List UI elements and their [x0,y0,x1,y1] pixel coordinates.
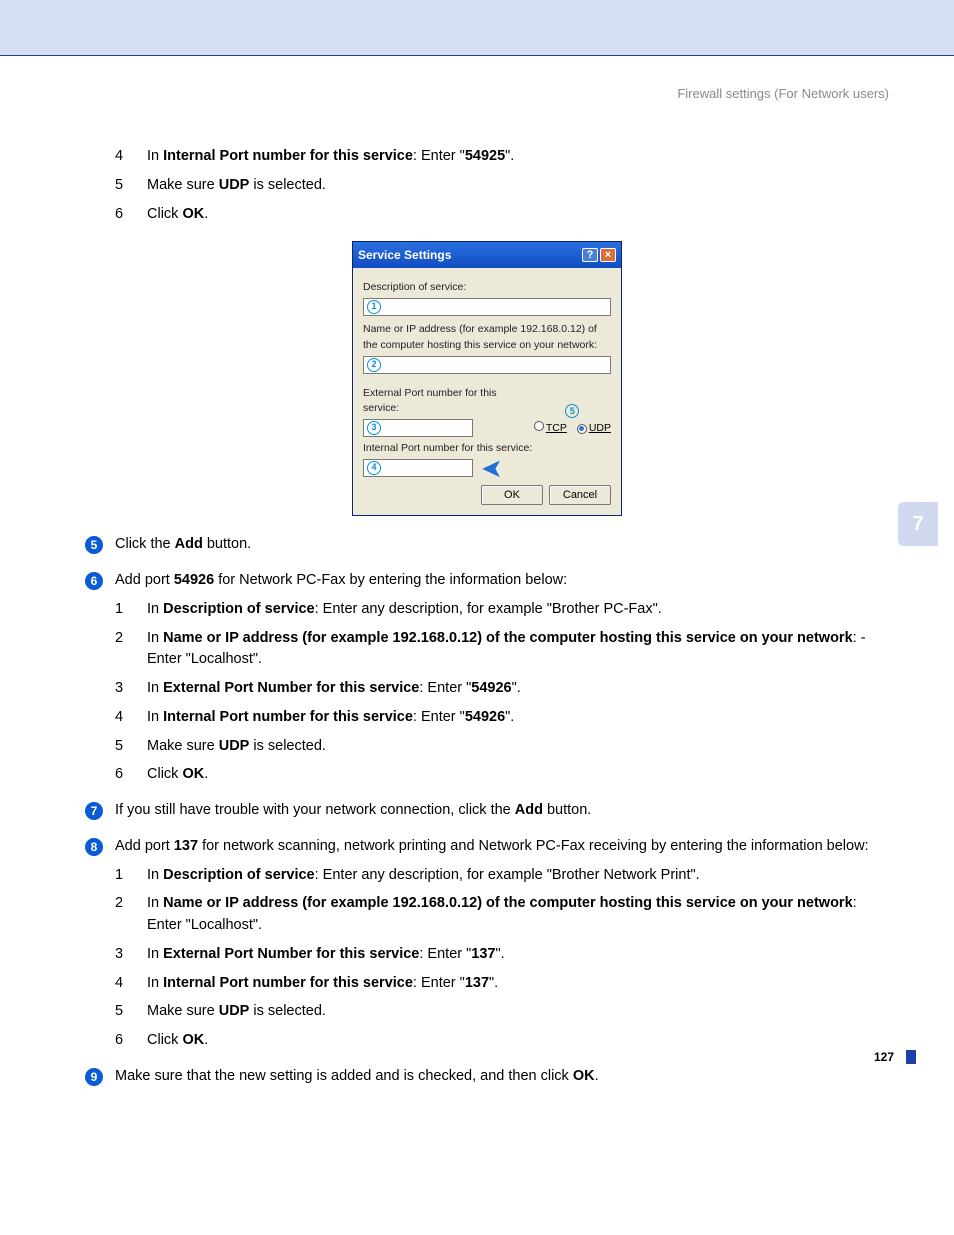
label-ext-port: External Port number for this service: [363,386,526,418]
input-description[interactable]: 1 [363,298,611,316]
page-header: Firewall settings (For Network users) [0,56,954,101]
sub-step: 4In Internal Port number for this servic… [115,707,889,729]
input-ip[interactable]: 2 [363,356,611,374]
sub-step: 1In Description of service: Enter any de… [115,865,889,887]
input-int-port[interactable]: 4 [363,459,473,477]
chapter-tab: 7 [898,502,938,546]
dialog-title-text: Service Settings [358,246,451,264]
sub-step: 4In Internal Port number for this servic… [115,973,889,995]
content: 4In Internal Port number for this servic… [0,146,954,1088]
footer-accent [906,1050,916,1064]
step-6: 6Add port 54926 for Network PC-Fax by en… [85,570,889,592]
step-5: 5Click the Add button. [85,534,889,556]
ok-button[interactable]: OK [481,485,543,506]
page-number: 127 [874,1050,894,1064]
sub-step: 4In Internal Port number for this servic… [115,146,889,168]
arrow-icon: ➤ [481,459,503,477]
step-9: 9Make sure that the new setting is added… [85,1066,889,1088]
cancel-button[interactable]: Cancel [549,485,611,506]
radio-tcp[interactable]: TCP [534,421,567,437]
label-ip: Name or IP address (for example 192.168.… [363,322,611,354]
sub-step: 6Click OK. [115,204,889,226]
input-ext-port[interactable]: 3 [363,419,473,437]
sub-step: 6Click OK. [115,764,889,786]
dialog-titlebar: Service Settings ? × [353,242,621,268]
sub-step: 5Make sure UDP is selected. [115,736,889,758]
sub-step: 6Click OK. [115,1030,889,1052]
sub-step: 2In Name or IP address (for example 192.… [115,893,889,937]
radio-udp[interactable]: UDP [577,421,611,437]
close-icon[interactable]: × [600,248,616,262]
sub-step: 3In External Port Number for this servic… [115,944,889,966]
sub-step: 5Make sure UDP is selected. [115,175,889,197]
help-icon[interactable]: ? [582,248,598,262]
sub-step: 2In Name or IP address (for example 192.… [115,628,889,672]
label-description: Description of service: [363,280,611,296]
step-7: 7If you still have trouble with your net… [85,800,889,822]
service-settings-dialog: Service Settings ? × Description of serv… [352,241,622,516]
sub-step: 5Make sure UDP is selected. [115,1001,889,1023]
top-bar [0,0,954,56]
sub-step: 1In Description of service: Enter any de… [115,599,889,621]
step-8: 8Add port 137 for network scanning, netw… [85,836,889,858]
sub-step: 3In External Port Number for this servic… [115,678,889,700]
